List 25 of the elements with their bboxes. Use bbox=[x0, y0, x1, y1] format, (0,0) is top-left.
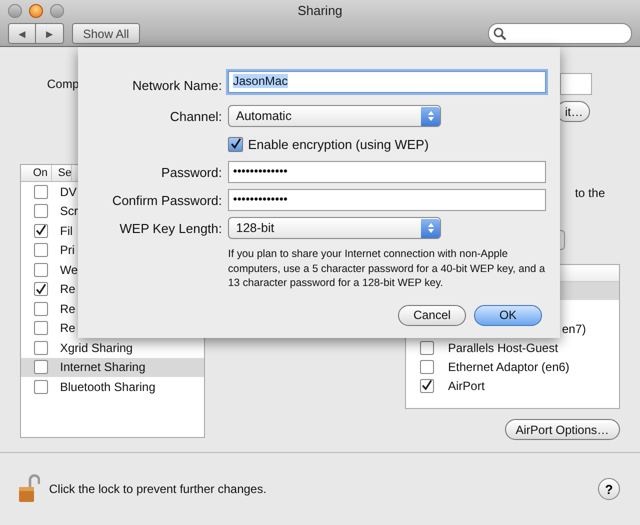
service-name: Re bbox=[60, 282, 76, 296]
service-name: Bluetooth Sharing bbox=[60, 380, 156, 394]
field-label: WEP Key Length: bbox=[118, 220, 222, 236]
port-name: AirPort bbox=[448, 378, 485, 392]
service-name: We bbox=[60, 262, 78, 277]
port-name: Ethernet Adaptor (en6) bbox=[448, 360, 570, 374]
service-name: Re bbox=[60, 302, 76, 316]
service-name: Pri bbox=[60, 243, 75, 258]
port-name: Parallels Host-Guest bbox=[448, 340, 558, 354]
port-name: en7) bbox=[562, 322, 586, 336]
field-label: Password: bbox=[160, 164, 222, 180]
field-label: Network Name: bbox=[131, 78, 222, 92]
service-name: DV bbox=[60, 184, 77, 199]
description-text: to the bbox=[574, 186, 605, 200]
computer-name-label: Comp bbox=[47, 77, 80, 91]
window-title: Sharing bbox=[298, 3, 342, 18]
service-name: Fil bbox=[60, 224, 73, 238]
field-label: Confirm Password: bbox=[111, 192, 222, 208]
field-label: Channel: bbox=[168, 108, 222, 124]
info-text: If you plan to share your Internet connection with non-Apple computers, use a 5 character password for a 40-bit WEP key, and a 13 character password for a 128-bit WEP key. bbox=[228, 247, 546, 290]
service-name: Re bbox=[60, 321, 76, 336]
service-name: Scr bbox=[60, 204, 78, 218]
lock-message: Click the lock to prevent further changes. bbox=[49, 482, 266, 496]
service-name: Internet Sharing bbox=[60, 360, 146, 374]
service-name: Xgrid Sharing bbox=[60, 340, 133, 355]
